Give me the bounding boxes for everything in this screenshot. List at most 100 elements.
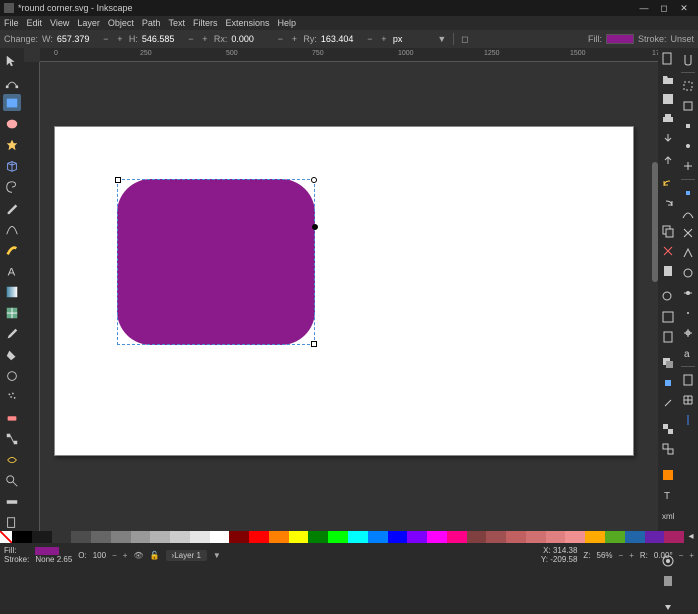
bezier-tool[interactable] bbox=[3, 220, 21, 237]
zoom-selection-icon[interactable] bbox=[661, 290, 675, 304]
selector-tool[interactable] bbox=[3, 52, 21, 69]
status-fill-swatch[interactable] bbox=[35, 547, 59, 555]
menu-text[interactable]: Text bbox=[168, 18, 185, 28]
rx-input[interactable]: 0.000 bbox=[231, 34, 271, 44]
spiral-tool[interactable] bbox=[3, 178, 21, 195]
palette-swatch[interactable] bbox=[625, 531, 645, 543]
snap-bbox-edge-icon[interactable] bbox=[681, 99, 695, 113]
palette-swatch[interactable] bbox=[388, 531, 408, 543]
opacity-dec-button[interactable]: − bbox=[112, 551, 117, 560]
layer-visible-icon[interactable]: 👁 bbox=[133, 551, 143, 560]
palette-swatch[interactable] bbox=[269, 531, 289, 543]
open-icon[interactable] bbox=[661, 72, 675, 86]
menu-help[interactable]: Help bbox=[277, 18, 296, 28]
palette-swatch[interactable] bbox=[447, 531, 467, 543]
rx-dec-button[interactable]: − bbox=[275, 34, 285, 44]
clone-icon[interactable] bbox=[661, 376, 675, 390]
palette-swatch[interactable] bbox=[526, 531, 546, 543]
snap-bbox-icon[interactable] bbox=[681, 79, 695, 93]
scrollbar-thumb[interactable] bbox=[652, 162, 658, 282]
save-icon[interactable] bbox=[661, 92, 675, 106]
ry-inc-button[interactable]: + bbox=[379, 34, 389, 44]
new-doc-icon[interactable] bbox=[661, 52, 675, 66]
rotation-input[interactable]: 0.00° bbox=[654, 551, 673, 560]
text-dialog-icon[interactable]: T bbox=[661, 488, 675, 502]
radius-handle-tr[interactable] bbox=[311, 177, 317, 183]
snap-line-mid-icon[interactable] bbox=[681, 286, 695, 300]
export-icon[interactable] bbox=[661, 152, 675, 166]
palette-swatch[interactable] bbox=[131, 531, 151, 543]
status-stroke-value[interactable]: None 2.65 bbox=[35, 556, 72, 564]
unlink-clone-icon[interactable] bbox=[661, 396, 675, 410]
close-button[interactable]: ✕ bbox=[674, 2, 694, 14]
palette-swatch[interactable] bbox=[546, 531, 566, 543]
star-tool[interactable] bbox=[3, 136, 21, 153]
zoom-input[interactable]: 56% bbox=[597, 551, 613, 560]
resize-handle-tl[interactable] bbox=[115, 177, 121, 183]
zoom-inc-button[interactable]: + bbox=[629, 551, 634, 560]
palette-swatch[interactable] bbox=[190, 531, 210, 543]
mesh-tool[interactable] bbox=[3, 304, 21, 321]
measure-tool[interactable] bbox=[3, 493, 21, 510]
snap-bbox-center-icon[interactable] bbox=[681, 159, 695, 173]
cut-icon[interactable] bbox=[661, 244, 675, 258]
palette-swatch[interactable] bbox=[111, 531, 131, 543]
palette-swatch[interactable] bbox=[32, 531, 52, 543]
rot-inc-button[interactable]: + bbox=[689, 551, 694, 560]
snap-bbox-midpoint-icon[interactable] bbox=[681, 139, 695, 153]
palette-swatch[interactable] bbox=[585, 531, 605, 543]
paintbucket-tool[interactable] bbox=[3, 346, 21, 363]
opacity-input[interactable]: 100 bbox=[93, 551, 106, 560]
ellipse-tool[interactable] bbox=[3, 115, 21, 132]
height-input[interactable]: 546.585 bbox=[142, 34, 182, 44]
fill-stroke-icon[interactable] bbox=[661, 468, 675, 482]
menu-extensions[interactable]: Extensions bbox=[225, 18, 269, 28]
copy-icon[interactable] bbox=[661, 224, 675, 238]
palette-swatch[interactable] bbox=[150, 531, 170, 543]
snap-text-icon[interactable]: a bbox=[681, 346, 695, 360]
scrollbar-vertical[interactable] bbox=[652, 62, 658, 531]
group-icon[interactable] bbox=[661, 422, 675, 436]
spray-tool[interactable] bbox=[3, 388, 21, 405]
palette-swatch[interactable] bbox=[506, 531, 526, 543]
node-tool[interactable] bbox=[3, 73, 21, 90]
text-tool[interactable]: A bbox=[3, 262, 21, 279]
snap-cusp-icon[interactable] bbox=[681, 246, 695, 260]
connector-tool[interactable] bbox=[3, 430, 21, 447]
layer-lock-icon[interactable]: 🔓 bbox=[150, 551, 160, 560]
palette-swatch[interactable] bbox=[170, 531, 190, 543]
3dbox-tool[interactable] bbox=[3, 157, 21, 174]
duplicate-icon[interactable] bbox=[661, 356, 675, 370]
paste-icon[interactable] bbox=[661, 264, 675, 278]
zoom-page-icon[interactable] bbox=[661, 330, 675, 344]
rot-dec-button[interactable]: − bbox=[679, 551, 684, 560]
snap-path-icon[interactable] bbox=[681, 206, 695, 220]
xml-icon[interactable]: xml bbox=[661, 508, 675, 522]
more-icon[interactable] bbox=[661, 600, 675, 614]
stroke-value[interactable]: Unset bbox=[670, 34, 694, 44]
palette-none[interactable] bbox=[0, 531, 12, 543]
snap-intersection-icon[interactable] bbox=[681, 226, 695, 240]
menu-filters[interactable]: Filters bbox=[193, 18, 218, 28]
minimize-button[interactable]: — bbox=[634, 2, 654, 14]
palette-swatch[interactable] bbox=[249, 531, 269, 543]
resize-handle-br[interactable] bbox=[311, 341, 317, 347]
dropper-tool[interactable] bbox=[3, 325, 21, 342]
snap-center-icon[interactable] bbox=[681, 306, 695, 320]
docprops-icon[interactable] bbox=[661, 574, 675, 588]
palette-swatch[interactable] bbox=[407, 531, 427, 543]
menu-file[interactable]: File bbox=[4, 18, 19, 28]
palette-swatch[interactable] bbox=[486, 531, 506, 543]
menu-layer[interactable]: Layer bbox=[77, 18, 100, 28]
snap-grid-icon[interactable] bbox=[681, 393, 695, 407]
tweak-tool[interactable] bbox=[3, 367, 21, 384]
menu-edit[interactable]: Edit bbox=[27, 18, 43, 28]
redo-icon[interactable] bbox=[661, 198, 675, 212]
width-input[interactable]: 657.379 bbox=[57, 34, 97, 44]
h-dec-button[interactable]: − bbox=[186, 34, 196, 44]
palette-swatch[interactable] bbox=[348, 531, 368, 543]
snap-node-icon[interactable] bbox=[681, 186, 695, 200]
snap-bbox-corner-icon[interactable] bbox=[681, 119, 695, 133]
menu-path[interactable]: Path bbox=[142, 18, 161, 28]
snap-toggle-icon[interactable] bbox=[681, 52, 695, 66]
